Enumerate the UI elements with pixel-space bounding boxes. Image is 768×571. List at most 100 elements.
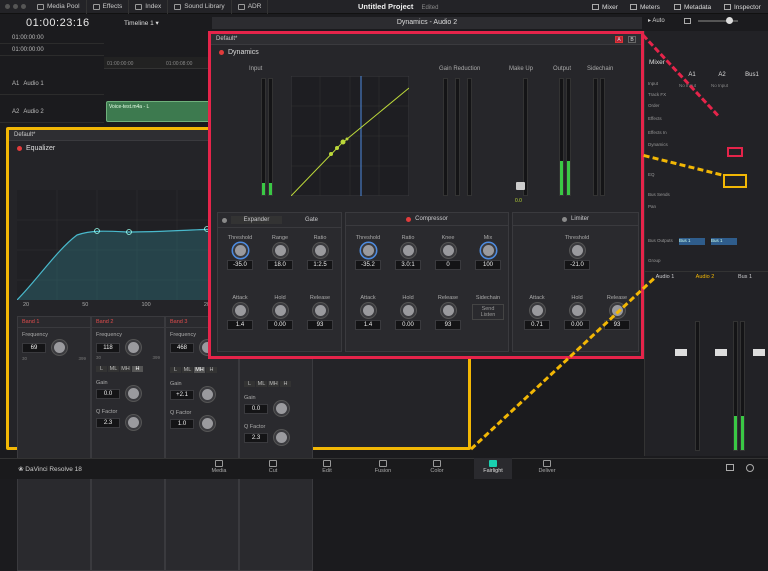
audio-clip[interactable]: Voice-test.m4a - L [106,101,210,122]
band-3-gain-value[interactable]: +2.1 [170,389,194,400]
page-edit[interactable]: Edit [308,458,346,479]
band-3-frequency-value[interactable]: 468 [170,342,194,353]
effects-button[interactable]: Effects [87,0,130,14]
comp-threshold-control[interactable]: Threshold -35.2 [348,235,388,271]
gate-tab[interactable]: Gate [286,216,337,224]
exp-ratio-knob[interactable] [312,243,328,258]
volume-slider[interactable] [698,17,738,24]
band-2-frequency-value[interactable]: 118 [96,342,120,353]
eq-band-1[interactable]: Band 1 Frequency 69 30 399 [17,316,91,571]
page-fairlight[interactable]: Fairlight [474,458,512,479]
home-icon[interactable] [726,464,734,471]
bus1-fader[interactable] [753,349,765,356]
mixer-button[interactable]: Mixer [592,0,618,14]
a2-input[interactable]: No Input [711,83,728,88]
comp-knee-knob[interactable] [440,243,456,258]
comp-release-knob[interactable] [440,303,456,318]
page-cut[interactable]: Cut [254,458,292,479]
inspector-button[interactable]: Inspector [724,0,761,14]
exp-threshold-control[interactable]: Threshold -35.0 [220,235,260,271]
band-4-q-value[interactable]: 2.3 [244,432,268,443]
meters-button[interactable]: Meters [630,0,660,14]
band-2-gain-knob[interactable] [126,386,141,401]
dyn-b-button[interactable]: B [628,35,636,43]
band-2-q-knob[interactable] [126,415,141,430]
exp-range-control[interactable]: Range 18.0 [260,235,300,271]
eq-band-2[interactable]: Band 2 Frequency 118 30 399 L ML MH H Gain 0.… [91,316,165,571]
adr-button[interactable]: ADR [232,0,269,14]
eq-curve-graph[interactable] [17,190,217,300]
makeup-fader-handle[interactable] [516,182,525,190]
media-pool-button[interactable]: Media Pool [31,0,87,14]
exp-attack-control[interactable]: Attack 1.4 [220,295,260,331]
exp-ratio-control[interactable]: Ratio 1:2.5 [300,235,340,271]
lim-threshold-control[interactable]: Threshold -21.0 [557,235,597,271]
comp-release-control[interactable]: Release 93 [428,295,468,331]
exp-hold-knob[interactable] [272,303,288,318]
eq-slot-highlight[interactable] [723,174,747,188]
page-media[interactable]: Media [200,458,238,479]
sound-library-button[interactable]: Sound Library [168,0,232,14]
band-1-frequency-knob[interactable] [52,340,67,355]
limiter-enable-icon[interactable] [561,216,567,222]
timeline-ruler[interactable]: 01:00:00:00 01:00:08:00 [104,57,208,69]
a1-fader[interactable] [675,349,687,356]
lim-attack-control[interactable]: Attack 0.71 [517,295,557,331]
comp-mix-knob[interactable] [480,243,496,258]
dyn-a-button[interactable]: A [615,35,623,43]
exp-release-knob[interactable] [312,303,328,318]
comp-knee-control[interactable]: Knee 0 [428,235,468,271]
index-button[interactable]: Index [129,0,169,14]
dyn-preset-selector[interactable]: Default* [216,36,237,42]
dyn-enable-icon[interactable] [219,50,224,55]
expander-enable-icon[interactable] [222,217,227,223]
band-2-shape-selector[interactable]: L ML MH H [92,364,164,374]
a2-fader[interactable] [715,349,727,356]
volume-handle[interactable] [726,17,733,24]
comp-ratio-knob[interactable] [400,243,416,258]
window-controls[interactable] [0,4,31,9]
sidechain-send-listen-button[interactable]: Send Listen [472,304,504,320]
comp-ratio-control[interactable]: Ratio 3.0:1 [388,235,428,271]
band-3-shape-selector[interactable]: L ML MH H [166,365,238,375]
a2-bus-output[interactable]: Bus 1 [679,238,705,245]
band-3-q-knob[interactable] [200,416,215,431]
page-fusion[interactable]: Fusion [364,458,402,479]
comp-mix-control[interactable]: Mix 100 [468,235,508,271]
exp-release-control[interactable]: Release 93 [300,295,340,331]
exp-hold-control[interactable]: Hold 0.00 [260,295,300,331]
eq-preset-selector[interactable]: Default* [14,132,35,138]
exp-attack-knob[interactable] [232,303,248,318]
lim-hold-control[interactable]: Hold 0.00 [557,295,597,331]
band-2-frequency-knob[interactable] [126,340,141,355]
exp-range-knob[interactable] [272,243,288,258]
exp-threshold-knob[interactable] [232,243,248,258]
band-3-q-value[interactable]: 1.0 [170,418,194,429]
band-1-frequency-value[interactable]: 69 [22,342,46,353]
eq-enable-icon[interactable] [17,146,22,151]
bus-output[interactable]: Bus 1 [711,238,737,245]
compressor-enable-icon[interactable] [406,216,412,222]
band-4-gain-value[interactable]: 0.0 [244,403,268,414]
dynamics-slot-highlight[interactable] [727,147,743,157]
lim-attack-knob[interactable] [529,303,545,318]
lim-threshold-knob[interactable] [569,243,585,258]
timeline-selector[interactable]: Timeline 1 ▾ [124,19,159,27]
speaker-icon[interactable] [684,18,691,24]
band-4-shape-selector[interactable]: L ML MH H [240,379,312,389]
band-4-gain-knob[interactable] [274,401,289,416]
comp-attack-knob[interactable] [360,303,376,318]
comp-hold-knob[interactable] [400,303,416,318]
lim-hold-knob[interactable] [569,303,585,318]
auto-toggle[interactable]: ▸ Auto [648,17,665,24]
dynamics-transfer-graph[interactable] [291,76,409,196]
band-2-gain-value[interactable]: 0.0 [96,388,120,399]
band-2-q-value[interactable]: 2.3 [96,417,120,428]
settings-gear-icon[interactable] [746,464,754,472]
page-color[interactable]: Color [418,458,456,479]
comp-attack-control[interactable]: Attack 1.4 [348,295,388,331]
track-header-a1[interactable]: A1 Audio 1 [0,73,104,95]
comp-threshold-knob[interactable] [360,243,376,258]
band-3-gain-knob[interactable] [200,387,215,402]
track-header-a2[interactable]: A2 Audio 2 [0,101,104,123]
